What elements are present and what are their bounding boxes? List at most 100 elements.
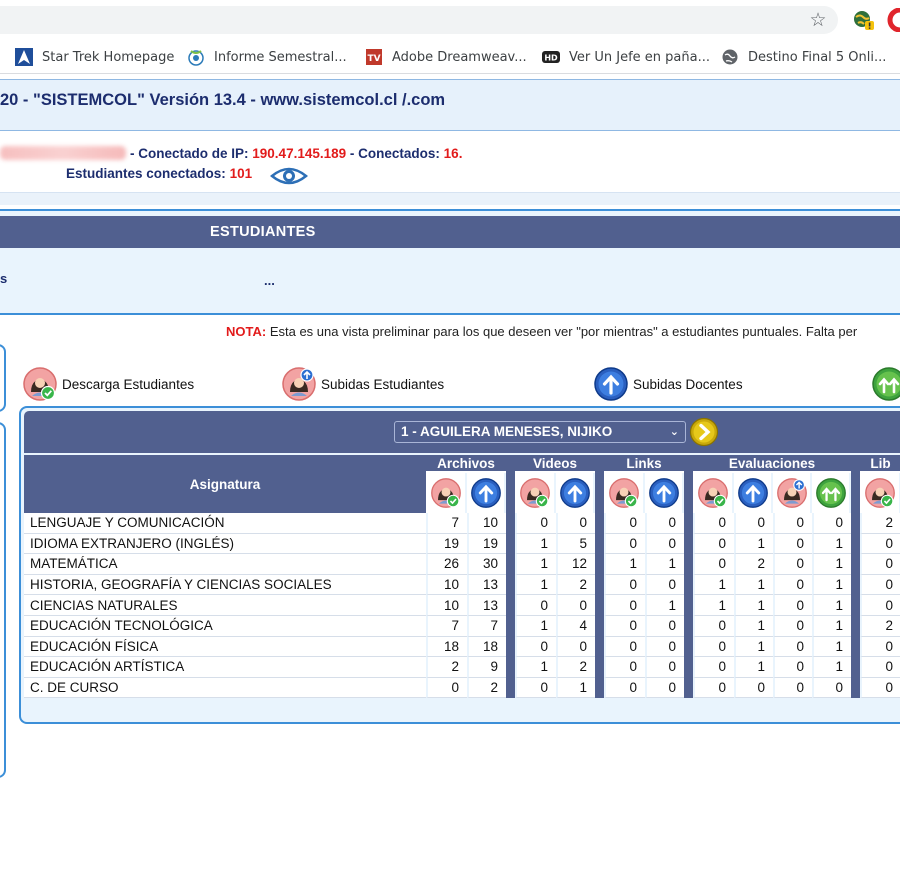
column-separator [506,636,515,658]
eye-icon[interactable] [270,164,308,188]
eval-student-upload-cell: 0 [773,574,812,596]
column-separator [684,574,693,596]
column-separator [851,677,860,699]
lib-cell: 0 [860,533,900,555]
table-row: EDUCACIÓN FÍSICA 18 18 0 0 0 0 0 1 0 1 0 [24,636,900,658]
eval-student-upload-cell: 0 [773,554,812,575]
eval-teacher-cell: 2 [734,554,773,575]
column-separator [684,636,693,658]
teacher-upload-icon [559,477,591,509]
links-teacher-cell: 1 [645,595,684,616]
archivos-student-cell: 10 [426,595,467,616]
column-separator [506,574,515,596]
eval-double-upload-cell: 1 [812,533,851,555]
lib-cell: 0 [860,657,900,678]
column-separator [506,615,515,637]
archivos-student-cell: 0 [426,677,467,699]
extension-globe-icon[interactable] [852,9,874,31]
legend-subidas-estudiantes: Subidas Estudiantes [281,366,444,402]
videos-teacher-cell: 12 [556,554,595,575]
archivos-teacher-cell: 2 [467,677,506,699]
column-separator [851,554,860,575]
bookmark-informe[interactable]: Informe Semestral... [187,47,347,67]
eval-teacher-cell: 1 [734,533,773,555]
legend-subidas-docentes: Subidas Docentes [593,366,743,402]
videos-teacher-cell: 0 [556,595,595,616]
double-upload-icon [815,477,847,509]
column-separator [684,533,693,555]
column-separator [851,533,860,555]
students-count: 101 [229,166,253,181]
column-separator [506,657,515,678]
archivos-student-cell: 19 [426,533,467,555]
eval-student-cell: 0 [693,533,734,555]
bookmark-destino[interactable]: Destino Final 5 Onli... [721,47,886,67]
student-download-icon [22,366,58,402]
subject-cell: MATEMÁTICA [24,554,426,575]
tv-icon: TV [366,49,382,65]
globe-icon [188,50,204,66]
videos-student-cell: 0 [515,636,556,658]
eval-double-upload-cell: 1 [812,657,851,678]
lib-cell: 0 [860,636,900,658]
column-separator [595,574,604,596]
column-separator [595,554,604,575]
bookmark-dreamweaver[interactable]: TV Adobe Dreamweav... [365,47,527,67]
legend-descarga: Descarga Estudiantes [22,366,194,402]
column-separator [684,615,693,637]
eval-student-upload-col [773,473,812,513]
activity-table: Asignatura Archivos Videos Links Evaluac… [24,455,900,699]
eval-student-upload-cell: 0 [773,513,812,534]
next-student-button[interactable] [689,417,719,447]
column-separator [506,677,515,699]
bookmark-star-icon[interactable]: ☆ [806,8,830,32]
table-row: EDUCACIÓN ARTÍSTICA 2 9 1 2 0 0 0 1 0 1 0 [24,657,900,678]
group-gap [506,455,515,513]
links-student-cell: 0 [604,513,645,534]
eval-teacher-cell: 0 [734,513,773,534]
videos-student-col [515,473,556,513]
links-teacher-col [645,473,684,513]
student-upload-icon [281,366,317,402]
left-panel-top [0,344,6,412]
bookmark-star-trek[interactable]: Star Trek Homepage [15,47,174,67]
panel-header: ESTUDIANTES [0,216,900,248]
opera-icon[interactable] [884,8,900,32]
links-teacher-cell: 0 [645,513,684,534]
links-teacher-cell: 0 [645,677,684,699]
column-separator [595,657,604,678]
archivos-teacher-cell: 7 [467,615,506,637]
eval-teacher-cell: 1 [734,595,773,616]
links-teacher-cell: 0 [645,615,684,637]
left-panel-bottom [0,422,6,778]
eval-double-upload-cell: 1 [812,615,851,637]
group-evaluaciones: Evaluaciones [693,455,851,473]
eval-student-cell: 0 [693,554,734,575]
teacher-upload-icon [470,477,502,509]
links-student-cell: 0 [604,574,645,596]
links-student-cell: 0 [604,636,645,658]
column-separator [851,574,860,596]
url-field[interactable] [0,6,838,34]
eval-double-upload-cell: 0 [812,513,851,534]
links-teacher-cell: 0 [645,574,684,596]
eval-teacher-cell: 0 [734,677,773,699]
archivos-teacher-cell: 18 [467,636,506,658]
eval-double-upload-cell: 0 [812,677,851,699]
eval-teacher-cell: 1 [734,636,773,658]
videos-student-cell: 1 [515,657,556,678]
column-separator [595,513,604,534]
lib-student-col [860,473,900,513]
archivos-student-cell: 2 [426,657,467,678]
panel-title: ESTUDIANTES [210,224,316,240]
student-select[interactable]: 1 - AGUILERA MENESES, NIJIKO ⌄ [394,421,686,443]
archivos-teacher-cell: 30 [467,554,506,575]
legend-double-upload [871,366,900,402]
videos-student-cell: 0 [515,595,556,616]
bookmark-jefe[interactable]: HD Ver Un Jefe en paña... [542,47,710,67]
videos-teacher-col [556,473,595,513]
bookmarks-bar: Star Trek Homepage Informe Semestral... … [0,40,900,74]
eval-double-upload-cell: 1 [812,574,851,596]
column-separator [684,595,693,616]
connection-info [0,131,900,193]
